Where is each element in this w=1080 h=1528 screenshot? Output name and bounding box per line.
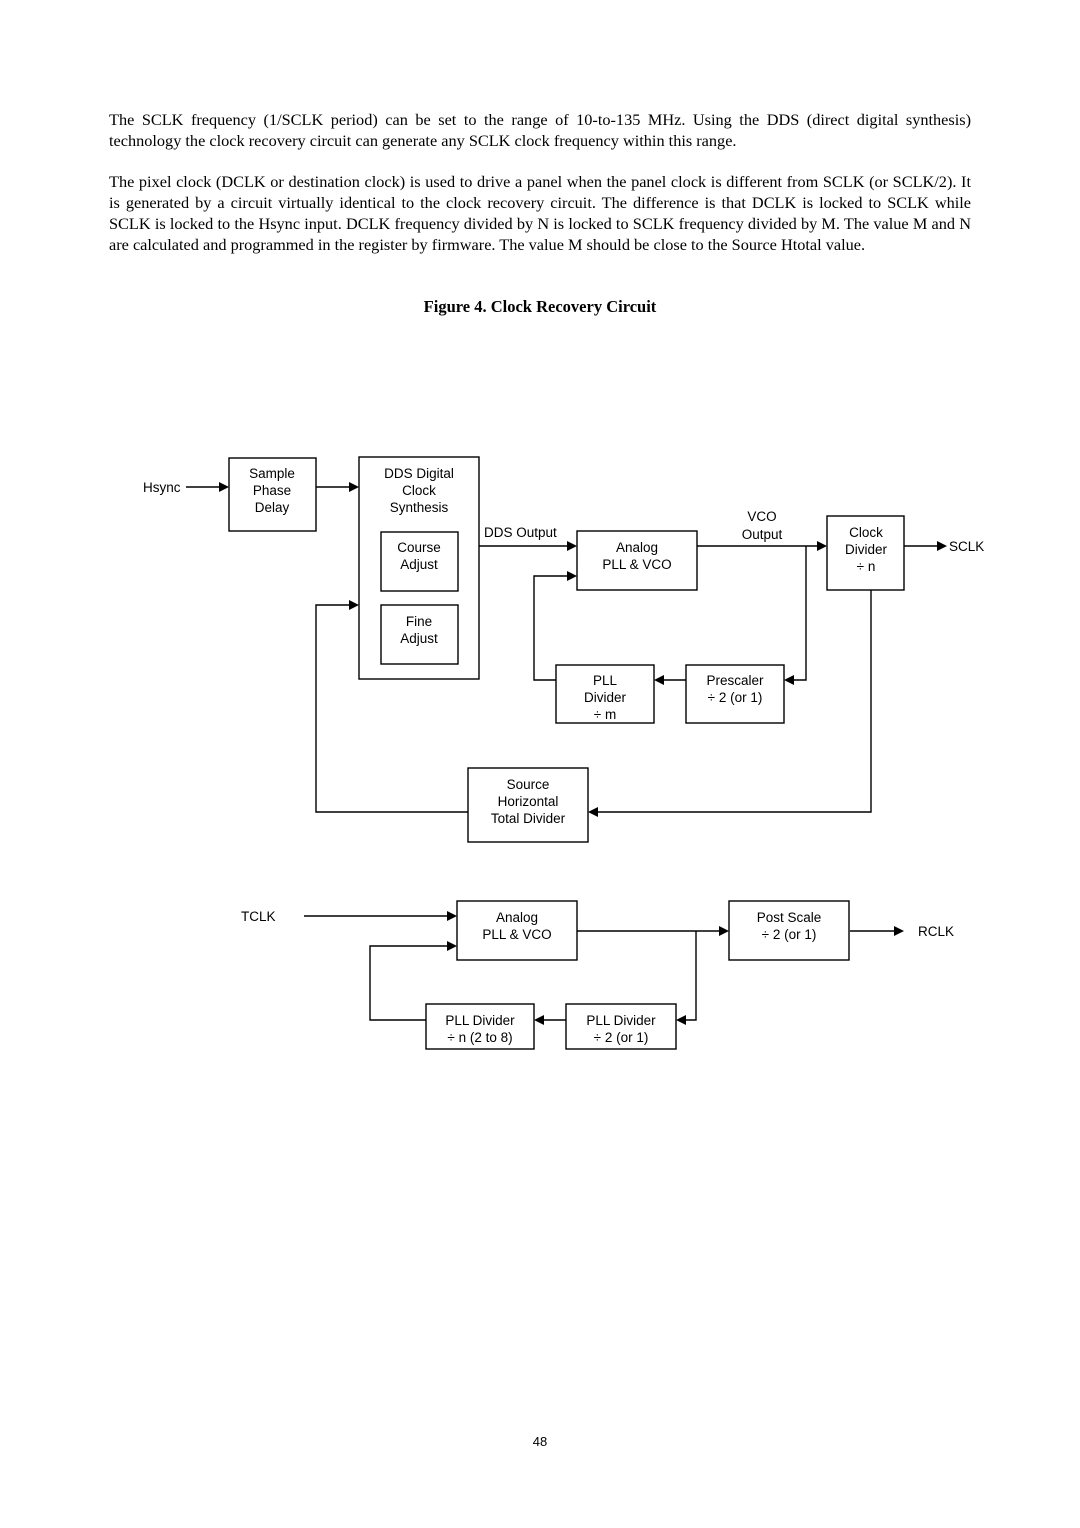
- arrowhead: [784, 675, 794, 685]
- arrowhead: [447, 911, 457, 921]
- block-label: Course: [397, 540, 441, 555]
- block-label: Adjust: [400, 631, 438, 646]
- block-course-adjust: Course Adjust: [380, 531, 459, 592]
- block-label: Total Divider: [491, 811, 566, 826]
- signal-rclk: RCLK: [918, 924, 954, 939]
- block-pll-divider-2: PLL Divider ÷ 2 (or 1): [565, 1003, 677, 1050]
- signal-vco-output: Output: [742, 527, 783, 542]
- block-label: Divider: [845, 542, 888, 557]
- block-fine-adjust: Fine Adjust: [380, 604, 459, 665]
- block-sample-phase-delay: Sample Phase Delay: [228, 457, 317, 532]
- block-label: ÷ n: [857, 559, 876, 574]
- arrowhead: [447, 941, 457, 951]
- signal-sclk: SCLK: [949, 539, 984, 554]
- wire-pll-to-divider2: [685, 931, 697, 1021]
- arrowhead: [719, 926, 729, 936]
- block-label: Fine: [406, 614, 432, 629]
- arrowhead: [937, 541, 947, 551]
- block-prescaler: Prescaler ÷ 2 (or 1): [685, 664, 785, 724]
- block-label: ÷ n (2 to 8): [447, 1030, 512, 1045]
- block-label: Divider: [584, 690, 627, 705]
- block-label: Clock: [849, 525, 883, 540]
- arrowhead: [676, 1015, 686, 1025]
- block-label: Source: [507, 777, 550, 792]
- block-rclk-analog-pll-vco: Analog PLL & VCO: [456, 900, 578, 961]
- arrowhead: [567, 571, 577, 581]
- block-label: ÷ m: [594, 707, 616, 722]
- arrowhead: [654, 675, 664, 685]
- block-label: Horizontal: [498, 794, 559, 809]
- wire-vco-to-prescaler: [793, 546, 807, 681]
- arrowhead: [349, 600, 359, 610]
- block-label: Clock: [402, 483, 436, 498]
- arrowhead: [894, 926, 904, 936]
- block-label: PLL Divider: [445, 1013, 515, 1028]
- block-label: Analog: [616, 540, 658, 555]
- block-label: PLL & VCO: [482, 927, 551, 942]
- signal-dds-output: DDS Output: [484, 525, 557, 540]
- arrowhead: [567, 541, 577, 551]
- signal-tclk: TCLK: [241, 909, 276, 924]
- arrowhead: [349, 482, 359, 492]
- block-label: Synthesis: [390, 500, 449, 515]
- block-label: PLL Divider: [586, 1013, 656, 1028]
- block-label: Analog: [496, 910, 538, 925]
- block-clock-divider: Clock Divider ÷ n: [826, 515, 905, 591]
- block-analog-pll-vco: Analog PLL & VCO: [576, 530, 698, 591]
- block-label: Post Scale: [757, 910, 822, 925]
- block-pll-divider-n: PLL Divider ÷ n (2 to 8): [425, 1003, 535, 1050]
- page-number: 48: [532, 1434, 548, 1449]
- arrowhead: [588, 807, 598, 817]
- block-pll-divider-m: PLL Divider ÷ m: [555, 664, 655, 724]
- block-label: DDS Digital: [384, 466, 454, 481]
- block-dds-digital-clock-synthesis: DDS Digital Clock Synthesis Course Adjus…: [358, 456, 480, 680]
- arrowhead: [219, 482, 229, 492]
- arrowhead: [817, 541, 827, 551]
- block-label: ÷ 2 (or 1): [594, 1030, 649, 1045]
- signal-hsync: Hsync: [143, 480, 181, 495]
- block-post-scale: Post Scale ÷ 2 (or 1): [728, 900, 850, 961]
- block-label: ÷ 2 (or 1): [708, 690, 763, 705]
- block-label: PLL & VCO: [602, 557, 671, 572]
- block-source-htotal-divider: Source Horizontal Total Divider: [467, 767, 589, 843]
- arrowhead: [534, 1015, 544, 1025]
- block-label: Adjust: [400, 557, 438, 572]
- clock-recovery-diagram: Sample Phase Delay DDS Digital Clock Syn…: [143, 456, 984, 1050]
- block-label: ÷ 2 (or 1): [762, 927, 817, 942]
- block-label: PLL: [593, 673, 618, 688]
- block-label: Sample: [249, 466, 295, 481]
- block-label: Delay: [255, 500, 290, 515]
- block-label: Prescaler: [706, 673, 764, 688]
- block-label: Phase: [253, 483, 291, 498]
- signal-vco-output: VCO: [747, 509, 776, 524]
